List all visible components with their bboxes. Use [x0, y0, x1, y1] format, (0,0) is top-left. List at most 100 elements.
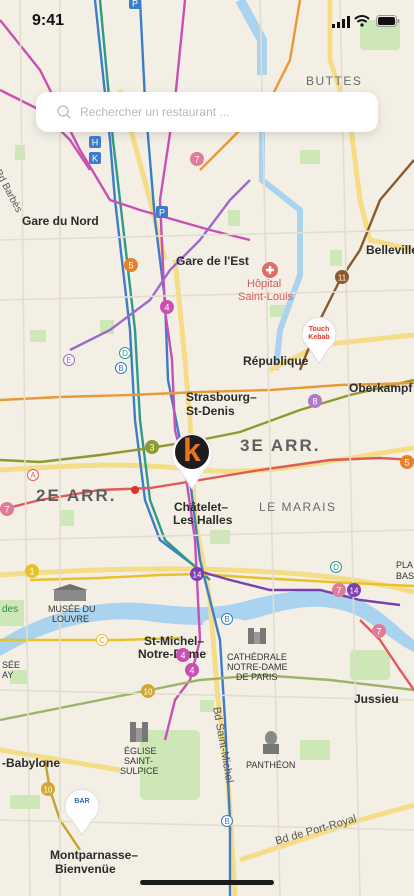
- badge-p-top[interactable]: P: [129, 0, 141, 9]
- badge-4-c[interactable]: 4: [185, 663, 199, 677]
- svg-text:H: H: [92, 138, 99, 148]
- svg-text:P: P: [132, 0, 138, 9]
- restaurant-pin-bar[interactable]: BAR: [63, 788, 101, 836]
- svg-text:P: P: [159, 208, 165, 218]
- svg-text:A: A: [30, 471, 36, 480]
- badge-b-2[interactable]: B: [221, 613, 233, 625]
- badge-14-a[interactable]: 14: [190, 567, 204, 581]
- map-label-le-marais: LE MARAIS: [259, 500, 337, 514]
- status-bar: 9:41: [0, 0, 414, 44]
- badge-4-a[interactable]: 4: [160, 300, 174, 314]
- svg-text:4: 4: [189, 666, 194, 676]
- signal-icon: [332, 16, 350, 28]
- status-time: 9:41: [32, 12, 65, 29]
- map-label-chatelet: Châtelet–: [174, 500, 229, 514]
- svg-text:D: D: [122, 349, 128, 358]
- svg-text:B: B: [224, 817, 229, 826]
- k-restaurant-logo: k: [183, 432, 201, 468]
- map-label-musee: MUSÉE DU: [48, 604, 96, 614]
- map-label-eglise: ÉGLISE: [124, 746, 157, 756]
- badge-10-a[interactable]: 10: [141, 684, 155, 698]
- svg-text:10: 10: [44, 786, 53, 795]
- svg-text:4: 4: [180, 651, 185, 661]
- badge-3[interactable]: 3: [145, 440, 159, 454]
- badge-a[interactable]: A: [27, 469, 39, 481]
- badge-5-b[interactable]: 5: [400, 455, 414, 469]
- map-label-stmichel: St-Michel–: [144, 634, 205, 648]
- svg-text:1: 1: [29, 567, 34, 577]
- hospital-icon: [262, 262, 278, 278]
- map-label-republique: République: [243, 354, 309, 368]
- map-label-eglise-3: SULPICE: [120, 766, 159, 776]
- map-label-ay: AY: [2, 670, 14, 680]
- search-bar[interactable]: Rechercher un restaurant ...: [36, 92, 378, 132]
- svg-text:5: 5: [128, 261, 133, 271]
- badge-7-a[interactable]: 7: [190, 152, 204, 166]
- map-label-gare-du-nord: Gare du Nord: [22, 214, 99, 228]
- badge-d-2[interactable]: D: [330, 561, 342, 573]
- map-label-babylone: -Babylone: [2, 756, 61, 770]
- map-label-chatelet-2: Les Halles: [173, 513, 233, 527]
- map-label-hopital-2: Saint-Louis: [238, 291, 294, 303]
- map-label-place: PLA: [396, 560, 414, 570]
- map-label-cathedrale-3: DE PARIS: [236, 672, 278, 682]
- badge-5[interactable]: 5: [124, 258, 138, 272]
- svg-text:7: 7: [376, 627, 381, 637]
- badge-8[interactable]: 8: [308, 394, 322, 408]
- badge-1[interactable]: 1: [25, 564, 39, 578]
- search-icon: [57, 105, 71, 119]
- svg-text:14: 14: [350, 587, 359, 596]
- badge-7-b[interactable]: 7: [0, 502, 14, 516]
- badge-b-3[interactable]: B: [221, 815, 233, 827]
- badge-7-d[interactable]: 7: [372, 624, 386, 638]
- badge-10-b[interactable]: 10: [41, 782, 55, 796]
- map-label-stmichel-2: Notre-Dame: [138, 647, 207, 661]
- badge-7-c[interactable]: 7: [332, 583, 346, 597]
- map-label-buttes: BUTTES: [306, 74, 363, 88]
- bar-logo: BAR: [74, 798, 90, 805]
- badge-4-b[interactable]: 4: [176, 648, 190, 662]
- map-label-des: des: [2, 604, 19, 615]
- search-input[interactable]: Rechercher un restaurant ...: [80, 105, 229, 119]
- svg-text:14: 14: [193, 571, 202, 580]
- svg-text:5: 5: [404, 458, 409, 468]
- svg-text:D: D: [333, 563, 339, 572]
- map-label-jussieu: Jussieu: [354, 692, 399, 706]
- map-label-strasbourg: Strasbourg–: [186, 390, 257, 404]
- map-label-see: SÉE: [2, 660, 21, 670]
- map-label-montparnasse-2: Bienvenüe: [55, 862, 116, 876]
- map-label-musee-2: LOUVRE: [52, 614, 90, 624]
- svg-text:B: B: [118, 364, 123, 373]
- location-dot: [131, 486, 139, 494]
- map-label-strasbourg-2: St-Denis: [186, 404, 235, 418]
- svg-text:K: K: [92, 154, 98, 164]
- svg-text:11: 11: [338, 274, 347, 283]
- badge-p-mid[interactable]: P: [156, 206, 168, 218]
- restaurant-pin-k[interactable]: k: [170, 432, 214, 490]
- battery-icon: [376, 15, 400, 27]
- svg-text:B: B: [224, 615, 229, 624]
- map-label-place-2: BAS: [396, 571, 414, 581]
- restaurant-pin-touch-kebab[interactable]: Touch Kebab: [300, 316, 338, 364]
- badge-e[interactable]: E: [63, 354, 75, 366]
- map-label-montparnasse: Montparnasse–: [50, 848, 139, 862]
- map-pin-icon: [64, 788, 100, 836]
- badge-14-b[interactable]: 14: [347, 583, 361, 597]
- map-label-hopital: Hôpital: [247, 278, 282, 290]
- badge-k[interactable]: K: [89, 152, 101, 164]
- home-indicator: [140, 880, 274, 885]
- badge-b-1[interactable]: B: [115, 362, 127, 374]
- map-label-2e-arr: 2E ARR.: [36, 486, 117, 505]
- pantheon-icon: [263, 731, 279, 754]
- touch-kebab-logo: Touch Kebab: [308, 326, 330, 341]
- svg-text:E: E: [66, 356, 71, 365]
- map-label-gare-de-lest: Gare de l'Est: [176, 254, 249, 268]
- map-screen: 9:41 Rechercher un restaurant ... BUTTES…: [0, 0, 414, 896]
- badge-d[interactable]: D: [119, 347, 131, 359]
- svg-text:7: 7: [336, 586, 341, 596]
- badge-h[interactable]: H: [89, 136, 101, 148]
- map-label-eglise-2: SAINT-: [124, 756, 154, 766]
- svg-text:7: 7: [194, 155, 199, 165]
- badge-c[interactable]: C: [96, 634, 108, 646]
- badge-11[interactable]: 11: [335, 270, 349, 284]
